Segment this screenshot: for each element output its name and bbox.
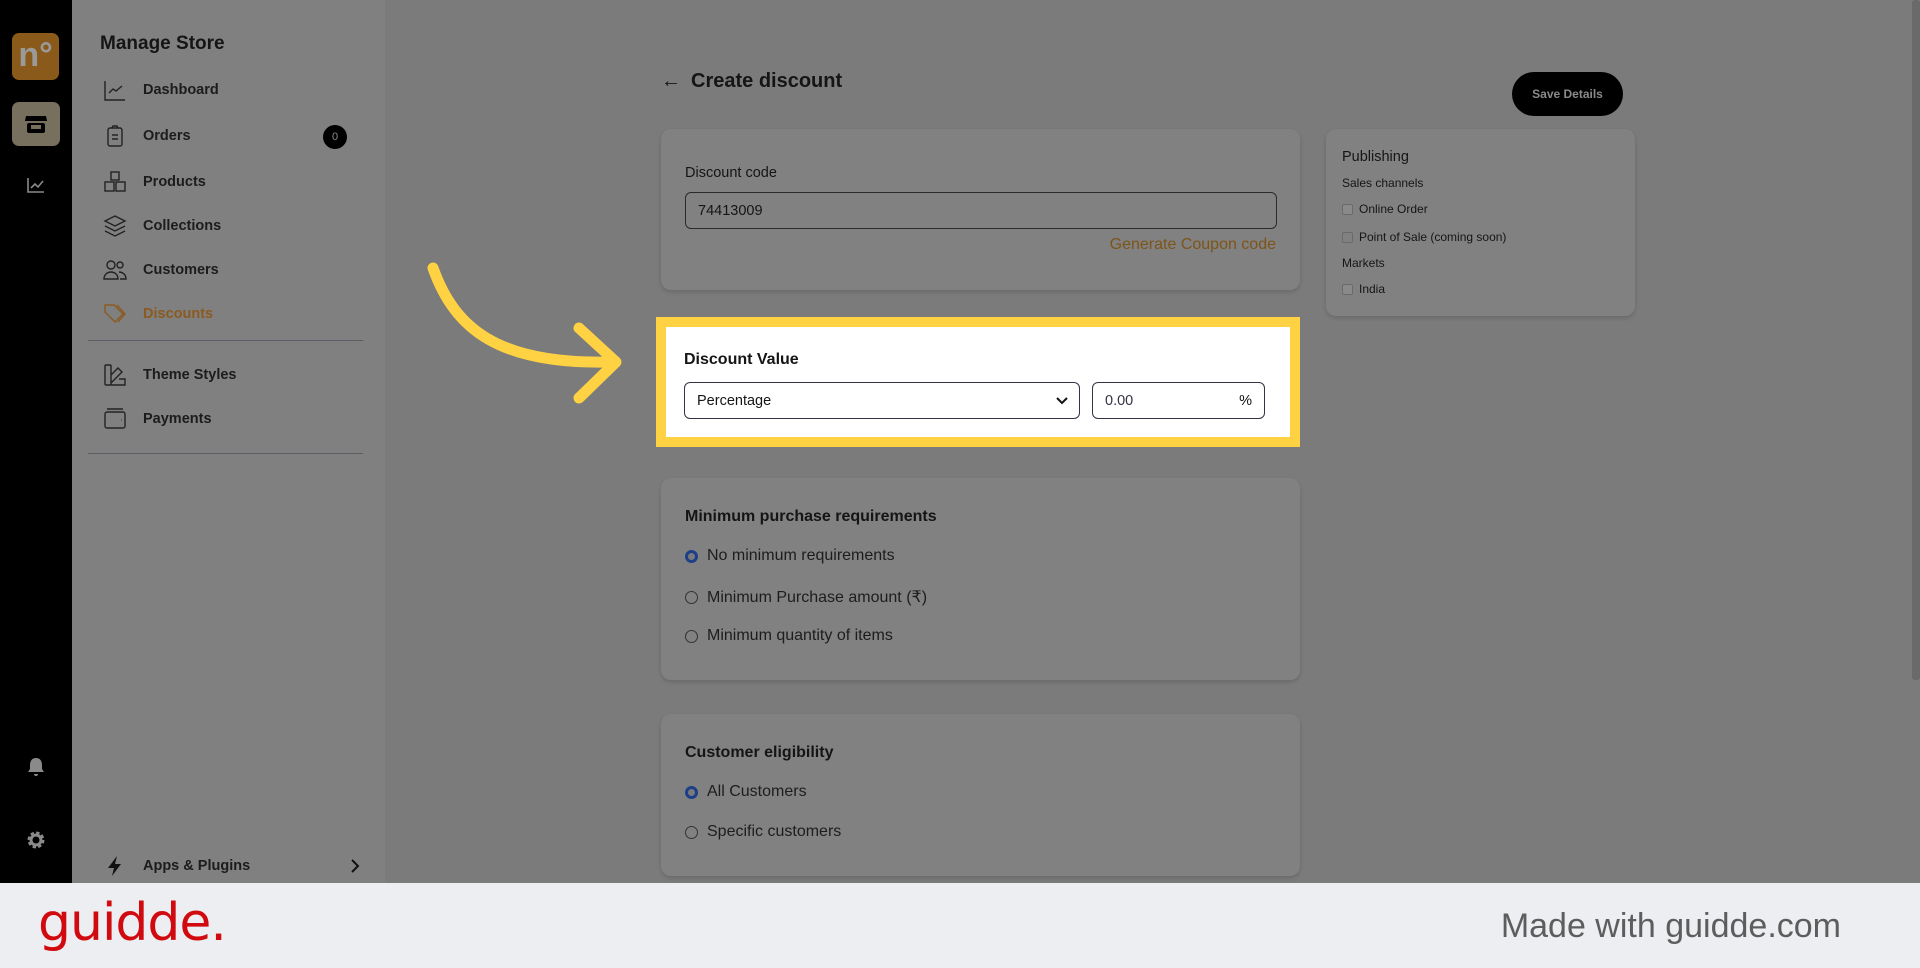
radio-label: No minimum requirements: [707, 547, 895, 564]
checkbox-online-order[interactable]: Online Order: [1342, 202, 1428, 216]
markets-label: Markets: [1342, 256, 1385, 270]
sidebar-item-label: Apps & Plugins: [143, 858, 251, 874]
sidebar-divider: [88, 453, 363, 454]
lightning-icon: [108, 856, 121, 876]
radio-all-customers[interactable]: All Customers: [685, 783, 807, 801]
bell-icon[interactable]: [24, 755, 48, 779]
guidde-logo: guidde.: [38, 893, 227, 953]
checkbox-label: Online Order: [1359, 202, 1428, 216]
apps-plugins-item[interactable]: Apps & Plugins: [103, 854, 363, 878]
checkbox-label: India: [1359, 282, 1386, 296]
checkbox-point-of-sale[interactable]: Point of Sale (coming soon): [1342, 230, 1506, 244]
scrollbar[interactable]: [1912, 0, 1920, 680]
discount-code-input[interactable]: 74413009: [685, 192, 1277, 229]
select-value: Percentage: [697, 392, 772, 409]
gear-icon[interactable]: [24, 828, 48, 852]
sales-channels-label: Sales channels: [1342, 176, 1424, 190]
radio-specific-customers[interactable]: Specific customers: [685, 823, 841, 841]
footer: guidde. Made with guidde.com: [0, 883, 1920, 968]
minimum-requirements-label: Minimum purchase requirements: [685, 508, 937, 525]
minimum-requirements-card: Minimum purchase requirements No minimum…: [661, 478, 1300, 680]
radio-label: Specific customers: [707, 823, 842, 840]
chevron-right-icon: [351, 859, 360, 873]
amount-value: 0.00: [1105, 392, 1134, 409]
discount-value-label: Discount Value: [684, 351, 799, 368]
customer-eligibility-label: Customer eligibility: [685, 744, 834, 761]
page-title-text: Create discount: [691, 70, 843, 92]
discount-amount-input[interactable]: 0.00%: [1092, 382, 1265, 419]
radio-no-minimum[interactable]: No minimum requirements: [685, 547, 895, 565]
discount-type-select[interactable]: Percentage: [684, 382, 1080, 419]
radio-label: Minimum quantity of items: [707, 627, 893, 644]
radio-label: Minimum Purchase amount (₹): [707, 589, 928, 606]
radio-minimum-quantity[interactable]: Minimum quantity of items: [685, 627, 893, 645]
chevron-down-icon: [1056, 396, 1068, 404]
annotation-arrow-icon: [427, 262, 622, 404]
checkbox-india[interactable]: India: [1342, 282, 1385, 296]
save-details-button[interactable]: Save Details: [1512, 72, 1623, 116]
publishing-title: Publishing: [1342, 149, 1409, 165]
customer-eligibility-card: Customer eligibility All Customers Speci…: [661, 714, 1300, 876]
percent-suffix: %: [1239, 392, 1252, 409]
checkbox-label: Point of Sale (coming soon): [1359, 230, 1507, 244]
discount-code-card: Discount code 74413009 Generate Coupon c…: [661, 129, 1300, 290]
radio-label: All Customers: [707, 783, 807, 800]
radio-minimum-amount[interactable]: Minimum Purchase amount (₹): [685, 587, 927, 607]
generate-coupon-link[interactable]: Generate Coupon code: [1110, 236, 1276, 254]
made-with-text: Made with guidde.com: [1500, 907, 1841, 945]
discount-value-card: Discount Value Percentage 0.00%: [656, 317, 1300, 447]
publishing-card: Publishing Sales channels Online Order P…: [1326, 129, 1635, 316]
